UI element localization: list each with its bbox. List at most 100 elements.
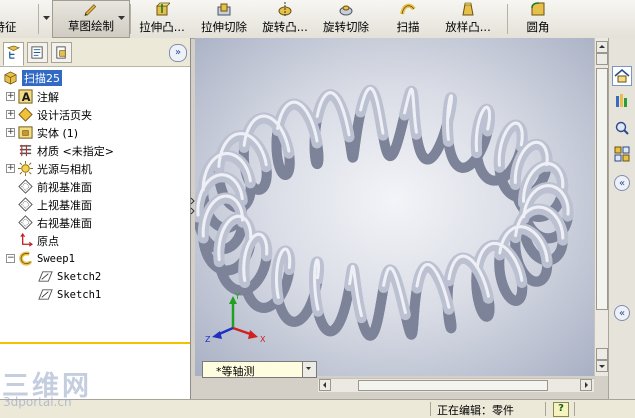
tab-feature-manager[interactable] — [3, 42, 24, 66]
expand-plus-icon[interactable]: + — [6, 164, 15, 173]
chevron-down-icon[interactable] — [118, 14, 125, 21]
sketch-button-label: 草图绘制 — [68, 18, 114, 34]
scroll-thumb[interactable] — [358, 380, 548, 391]
origin-icon — [18, 233, 33, 248]
extruded-cut-icon — [216, 1, 232, 17]
material-icon — [18, 143, 33, 158]
chevron-down-icon[interactable] — [302, 362, 316, 377]
double-chevron-left-icon[interactable]: « — [614, 175, 630, 191]
watermark-logo: 三维网 3dportal.cn — [2, 364, 112, 414]
view-orientation-value: *等轴测 — [216, 363, 255, 379]
svg-text:A: A — [22, 91, 31, 104]
sketch-icon — [38, 269, 53, 284]
toolbar-separator — [38, 4, 39, 34]
swept-boss-button[interactable]: 扫描 — [390, 0, 426, 38]
lofted-boss-button[interactable]: 放样凸... — [440, 0, 496, 38]
coil-highlight — [250, 178, 251, 181]
extruded-cut-button[interactable]: 拉伸切除 — [196, 0, 252, 38]
command-manager-toolbar: 特征 草图绘制 拉伸凸... 拉伸切除 旋转凸... 旋转切除 扫描 放样凸..… — [0, 0, 635, 39]
scroll-split-icon[interactable] — [596, 348, 608, 360]
view-orientation-select[interactable]: *等轴测 — [202, 361, 317, 378]
solid-body-icon — [18, 125, 33, 140]
collapse-minus-icon[interactable]: − — [6, 254, 15, 263]
coil-highlight — [449, 275, 450, 279]
scroll-left-arrow-icon[interactable] — [319, 379, 331, 391]
status-text: 正在编辑：零件 — [437, 402, 514, 418]
toolbar-separator — [130, 4, 131, 34]
swept-boss-label: 扫描 — [397, 19, 420, 35]
toolbar-separator — [507, 4, 508, 34]
chevron-down-icon[interactable] — [43, 14, 50, 21]
tree-item-origin[interactable]: 原点 — [18, 232, 59, 249]
coil-highlight — [348, 131, 349, 135]
vertical-scrollbar[interactable] — [594, 38, 609, 376]
sketch-icon — [38, 287, 53, 302]
configuration-manager-icon — [54, 45, 69, 60]
tree-root-item[interactable]: 扫描25 — [3, 69, 62, 86]
task-pane-resources-button[interactable] — [612, 91, 632, 111]
status-divider — [545, 402, 546, 416]
annotation-icon: A — [18, 89, 33, 104]
tree-item-top-plane[interactable]: 上视基准面 — [18, 196, 92, 213]
features-tab-label: 特征 — [0, 19, 17, 35]
tree-item-front-plane[interactable]: 前视基准面 — [18, 178, 92, 195]
revolved-boss-button[interactable]: 旋转凸... — [256, 0, 314, 38]
status-divider — [574, 402, 575, 416]
task-pane-home-button[interactable] — [612, 66, 632, 86]
tree-item-solid-bodies[interactable]: + 实体 (1) — [6, 124, 78, 141]
extruded-boss-icon — [154, 1, 170, 17]
tree-item-lights-cameras[interactable]: + 光源与相机 — [6, 160, 92, 177]
tree-root-label: 扫描25 — [22, 70, 62, 86]
tree-item-right-plane[interactable]: 右视基准面 — [18, 214, 92, 231]
tree-item-sketch1[interactable]: Sketch1 — [38, 286, 101, 303]
coil-highlight — [416, 128, 417, 132]
graphics-area[interactable]: Y X Z — [195, 38, 594, 376]
expand-plus-icon[interactable]: + — [6, 92, 15, 101]
revolved-cut-button[interactable]: 旋转切除 — [318, 0, 374, 38]
scroll-thumb[interactable] — [596, 68, 608, 310]
tab-property-manager[interactable] — [27, 42, 48, 63]
plane-icon — [18, 179, 33, 194]
coil-highlight — [382, 129, 383, 133]
triad-z-label: Z — [205, 335, 211, 344]
tree-item-label: 材质 <未指定> — [37, 143, 114, 159]
tree-item-label: 设计活页夹 — [37, 107, 92, 123]
task-pane-view-palette-button[interactable] — [612, 144, 632, 164]
revolved-boss-label: 旋转凸... — [262, 19, 307, 35]
horizontal-scrollbar[interactable] — [318, 378, 594, 392]
fillet-icon — [530, 1, 546, 17]
expand-plus-icon[interactable]: + — [6, 128, 15, 137]
search-icon — [613, 119, 631, 137]
scroll-down-arrow-icon[interactable] — [596, 360, 608, 372]
status-divider — [430, 402, 431, 416]
fillet-button[interactable]: 圆角 — [520, 0, 556, 38]
revolved-boss-icon — [277, 1, 293, 17]
features-tab-button[interactable]: 特征 — [0, 0, 24, 38]
plane-icon — [18, 197, 33, 212]
tree-item-design-binder[interactable]: + 设计活页夹 — [6, 106, 92, 123]
tree-item-label: 光源与相机 — [37, 161, 92, 177]
tree-item-label: 实体 (1) — [37, 125, 78, 141]
scroll-page-icon[interactable] — [596, 53, 608, 65]
tree-item-sketch2[interactable]: Sketch2 — [38, 268, 101, 285]
feature-manager-panel: » 扫描25 + A 注解 + 设计活页夹 + 实体 (1) 材质 <未指定> … — [0, 38, 191, 401]
tab-configuration-manager[interactable] — [51, 42, 72, 63]
coil-highlight — [316, 137, 317, 141]
task-pane-search-button[interactable] — [612, 118, 632, 138]
home-icon — [613, 67, 631, 85]
double-chevron-right-icon[interactable]: » — [169, 44, 187, 62]
expand-plus-icon[interactable]: + — [6, 110, 15, 119]
tree-item-material[interactable]: 材质 <未指定> — [18, 142, 114, 159]
tree-item-annotations[interactable]: + A 注解 — [6, 88, 59, 105]
scroll-right-arrow-icon[interactable] — [580, 379, 592, 391]
coil-highlight — [288, 148, 289, 151]
help-icon[interactable]: ? — [553, 402, 569, 417]
task-pane: « « — [608, 38, 635, 401]
scroll-up-arrow-icon[interactable] — [596, 41, 608, 53]
tree-item-sweep1[interactable]: − Sweep1 — [6, 250, 75, 267]
double-chevron-left-icon[interactable]: « — [614, 305, 630, 321]
extruded-boss-button[interactable]: 拉伸凸... — [134, 0, 190, 38]
swept-boss-icon — [400, 1, 416, 17]
tree-item-label: 注解 — [37, 89, 59, 105]
rollback-bar[interactable] — [0, 342, 190, 344]
